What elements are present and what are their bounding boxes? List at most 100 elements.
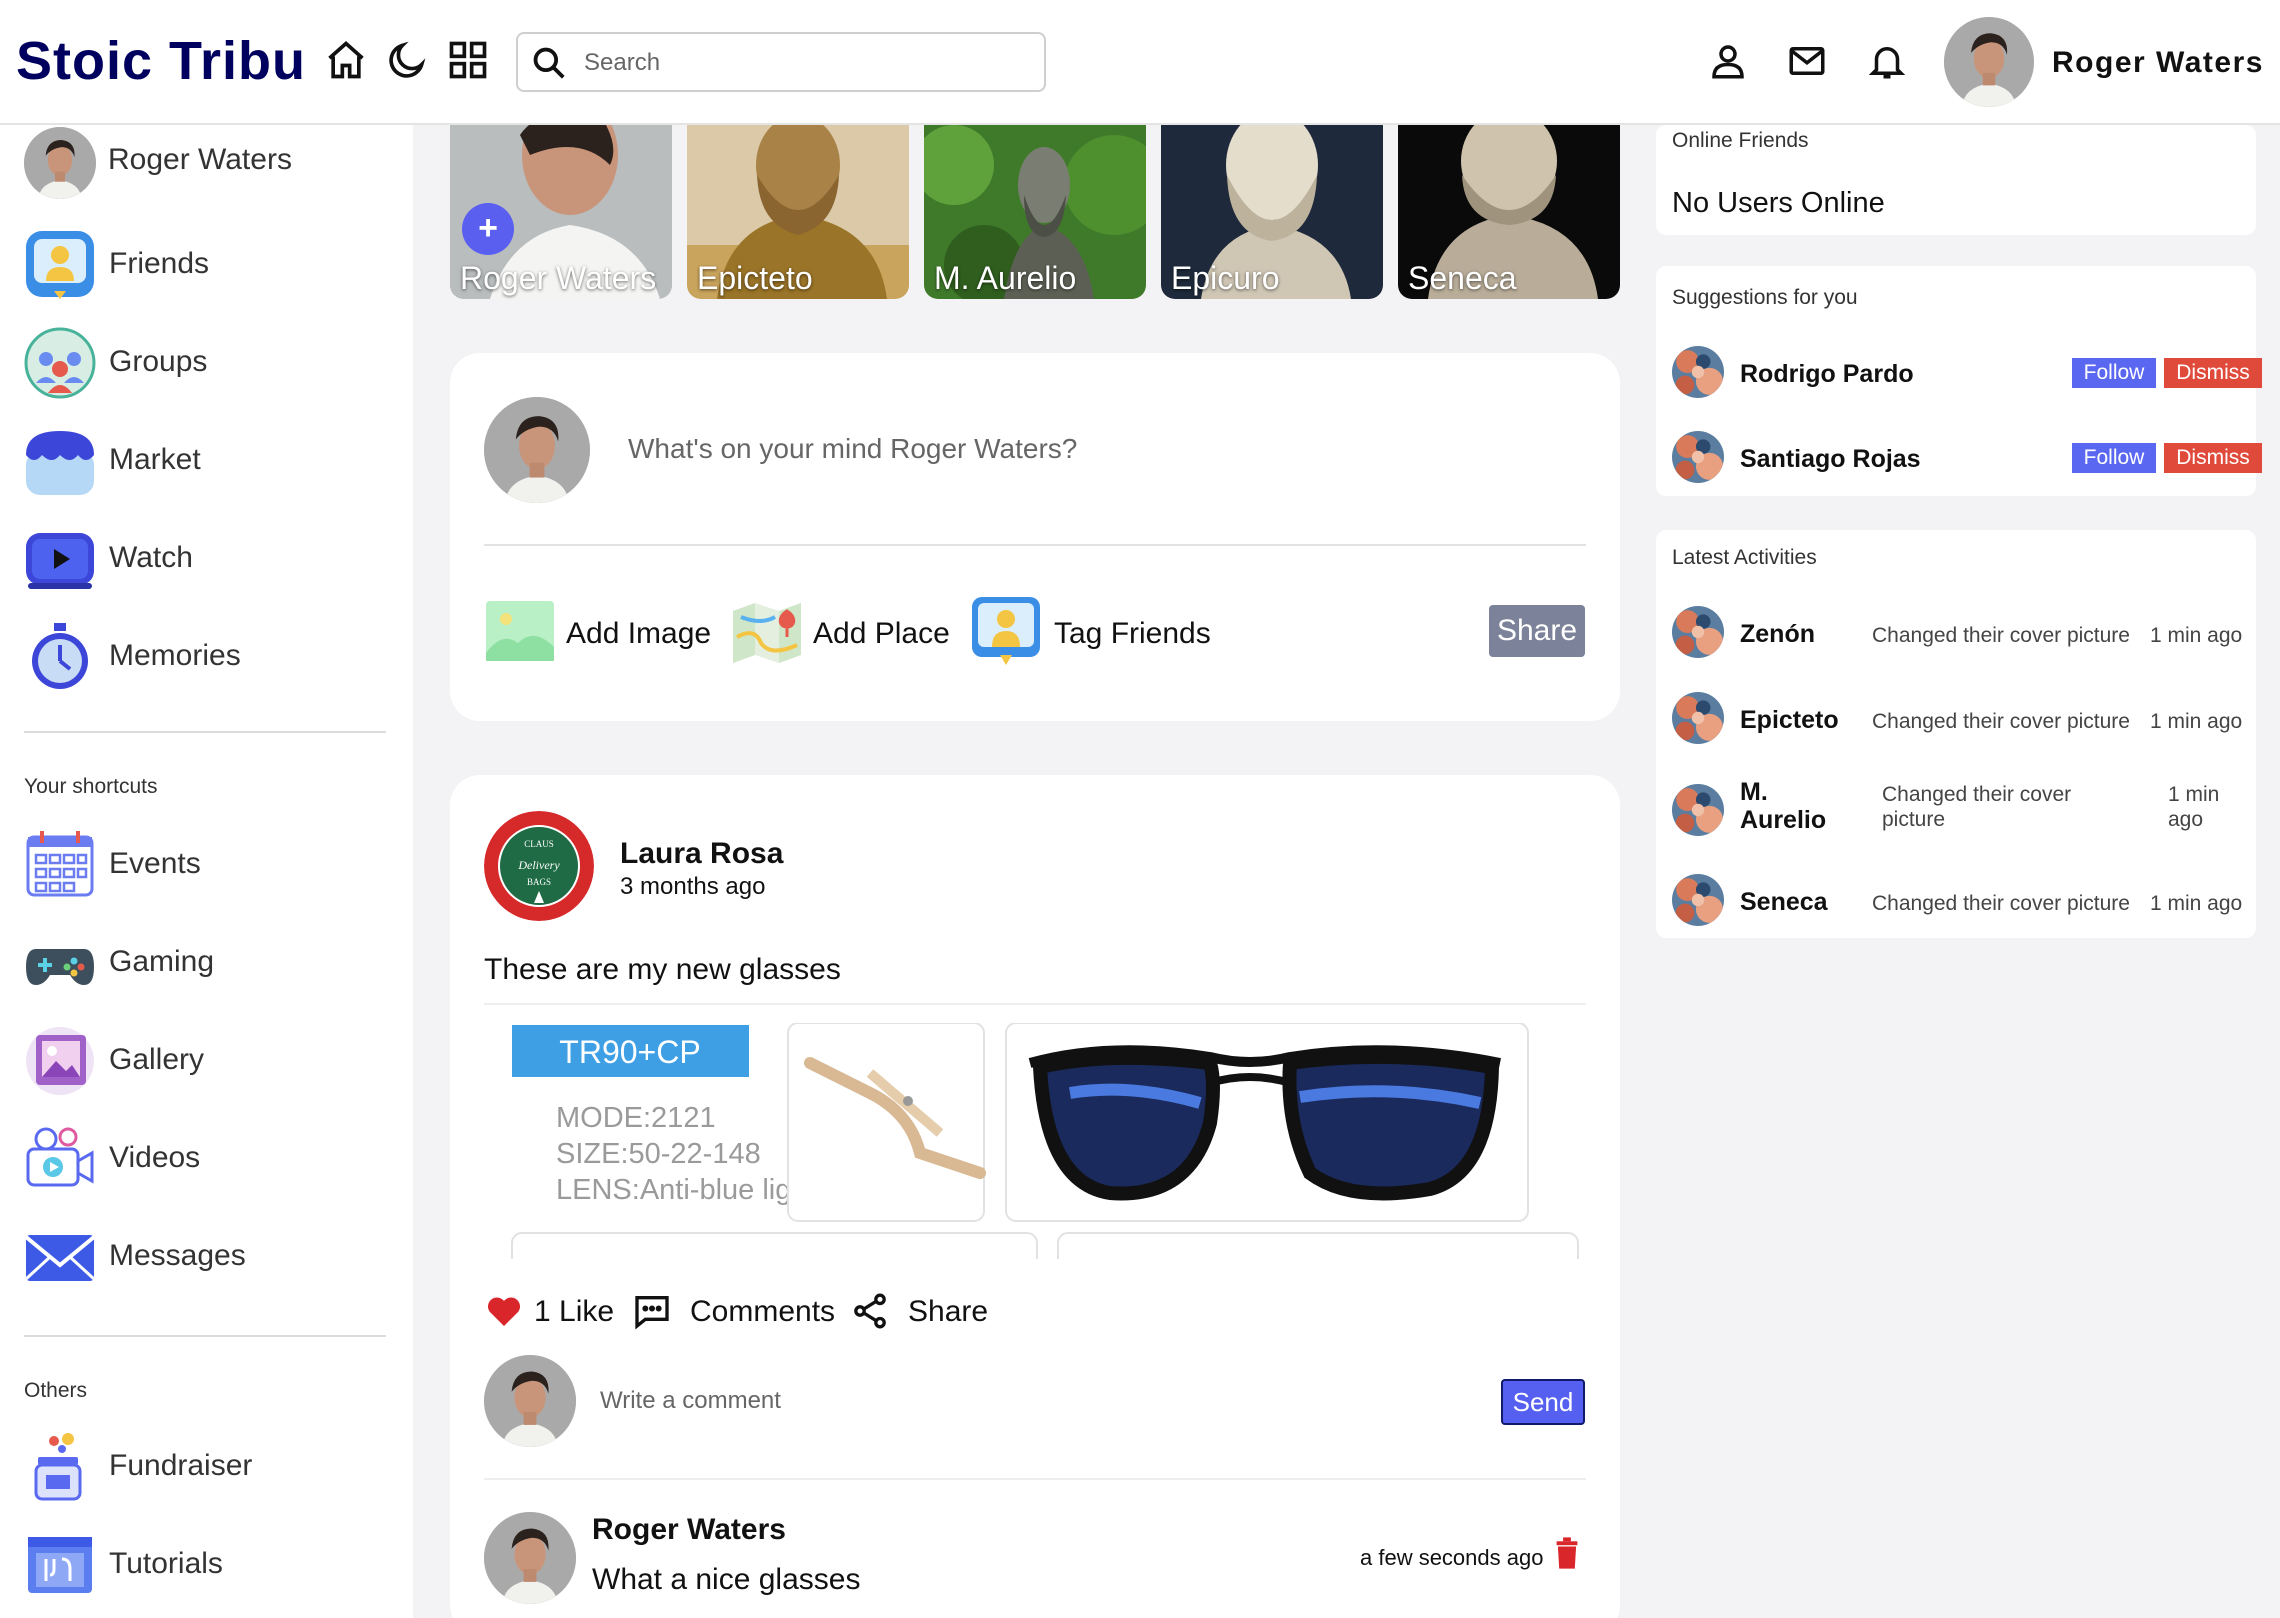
post-author-avatar[interactable]: CLAUS Delivery BAGS — [484, 811, 594, 921]
current-user-name[interactable]: Roger Waters — [2052, 46, 2264, 80]
home-icon[interactable] — [324, 38, 368, 82]
sidebar-item-watch[interactable]: Watch — [24, 519, 394, 595]
comments-button[interactable]: Comments — [632, 1285, 835, 1335]
share-label: Share — [908, 1295, 989, 1328]
person-icon[interactable] — [1707, 40, 1749, 82]
activities-title: Latest Activities — [1672, 546, 1817, 569]
sidebar-item-videos[interactable]: Videos — [24, 1119, 394, 1195]
post-card: CLAUS Delivery BAGS Laura Rosa 3 months ag… — [450, 775, 1620, 1618]
sidebar-item-friends[interactable]: Friends — [24, 225, 394, 301]
sidebar-item-fundraiser[interactable]: Fundraiser — [24, 1427, 394, 1503]
avatar[interactable] — [1672, 431, 1724, 483]
composer-input[interactable] — [628, 433, 1528, 465]
sidebar-item-messages[interactable]: Messages — [24, 1217, 394, 1293]
market-icon — [26, 431, 94, 495]
logo-text: BAGS — [527, 877, 551, 887]
sidebar-item-gallery[interactable]: Gallery — [24, 1021, 394, 1097]
groups-icon — [24, 327, 96, 399]
story-card[interactable]: + Roger Waters — [450, 125, 672, 299]
left-sidebar: Roger Waters Friends Groups Market Watch… — [0, 125, 413, 1618]
story-card[interactable]: M. Aurelio — [924, 125, 1146, 299]
add-story-button[interactable]: + — [462, 203, 514, 255]
like-count: 1 Like — [534, 1295, 615, 1328]
activity-user[interactable]: Zenón — [1740, 620, 1815, 649]
list-item: Seneca Changed their cover picture 1 min… — [1672, 874, 2246, 934]
avatar[interactable] — [1672, 874, 1724, 926]
post-author[interactable]: Laura Rosa — [620, 837, 783, 871]
dismiss-button[interactable]: Dismiss — [2164, 358, 2262, 388]
add-image-button[interactable]: Add Image — [484, 597, 714, 665]
search-box[interactable] — [516, 32, 1046, 92]
sidebar-item-label: Gaming — [109, 945, 215, 978]
sidebar-item-groups[interactable]: Groups — [24, 323, 394, 399]
sidebar-item-label: Market — [109, 443, 201, 476]
sidebar-item-events[interactable]: Events — [24, 825, 394, 901]
composer-divider — [484, 544, 1586, 546]
add-image-label: Add Image — [566, 617, 712, 650]
sidebar-item-gaming[interactable]: Gaming — [24, 923, 394, 999]
comment-author-avatar[interactable] — [484, 1512, 576, 1604]
sidebar-item-label: Groups — [109, 345, 208, 378]
tutorials-icon — [28, 1537, 92, 1593]
like-button[interactable]: 1 Like — [484, 1285, 614, 1335]
avatar[interactable] — [1672, 346, 1724, 398]
add-place-button[interactable]: Add Place — [731, 597, 961, 665]
comment-time: a few seconds ago — [1360, 1545, 1544, 1570]
post-divider — [484, 1003, 1586, 1005]
comment-input[interactable] — [600, 1387, 1300, 1415]
post-image: TR90+CP MODE:2121 SIZE:50-22-148 LENS:An… — [510, 1023, 1580, 1259]
avatar[interactable] — [1944, 17, 2034, 107]
heart-icon — [487, 1297, 521, 1326]
list-item: Santiago Rojas Follow Dismiss — [1672, 431, 2262, 487]
send-comment-button[interactable]: Send — [1501, 1379, 1585, 1425]
follow-button[interactable]: Follow — [2072, 443, 2156, 473]
comment-author[interactable]: Roger Waters — [592, 1513, 786, 1547]
story-name: Epicuro — [1171, 260, 1280, 296]
activity-user[interactable]: Seneca — [1740, 888, 1828, 917]
share-button[interactable]: Share — [850, 1285, 1000, 1335]
online-friends-empty: No Users Online — [1672, 187, 1885, 219]
activity-description: Changed their cover picture — [1872, 892, 2130, 915]
sidebar-item-memories[interactable]: Memories — [24, 617, 394, 693]
moon-icon[interactable] — [385, 38, 429, 82]
story-card[interactable]: Epicuro — [1161, 125, 1383, 299]
share-post-button[interactable]: Share — [1489, 605, 1585, 657]
suggestion-name[interactable]: Santiago Rojas — [1740, 445, 1921, 474]
post-time: 3 months ago — [620, 873, 766, 900]
story-name: Seneca — [1408, 260, 1517, 296]
activity-user[interactable]: M. Aurelio — [1740, 778, 1840, 834]
avatar[interactable] — [1672, 606, 1724, 658]
add-place-label: Add Place — [813, 617, 950, 650]
gallery-icon — [26, 1027, 94, 1095]
comment-text: What a nice glasses — [592, 1563, 861, 1596]
app-logo[interactable]: Stoic Tribu — [16, 30, 306, 92]
story-card[interactable]: Epicteto — [687, 125, 909, 299]
sidebar-item-market[interactable]: Market — [24, 421, 394, 497]
list-item: Epicteto Changed their cover picture 1 m… — [1672, 692, 2246, 752]
activity-time: 1 min ago — [2150, 892, 2243, 915]
mail-icon[interactable] — [1786, 40, 1828, 82]
story-card[interactable]: Seneca — [1398, 125, 1620, 299]
activity-user[interactable]: Epicteto — [1740, 706, 1839, 735]
post-text: These are my new glasses — [484, 953, 841, 986]
story-name: M. Aurelio — [934, 260, 1077, 296]
activity-time: 1 min ago — [2150, 710, 2243, 733]
trash-icon[interactable] — [1554, 1537, 1580, 1569]
image-caption: SIZE:50-22-148 — [556, 1138, 761, 1170]
dismiss-button[interactable]: Dismiss — [2164, 443, 2262, 473]
search-icon — [533, 47, 565, 79]
avatar[interactable] — [1672, 692, 1724, 744]
tag-friends-button[interactable]: Tag Friends — [970, 597, 1220, 665]
bell-icon[interactable] — [1866, 40, 1908, 82]
post-actions: 1 Like Comments Share — [484, 1285, 1284, 1335]
suggestion-name[interactable]: Rodrigo Pardo — [1740, 360, 1914, 389]
avatar[interactable] — [1672, 784, 1724, 836]
list-item: M. Aurelio Changed their cover picture 1… — [1672, 778, 2246, 842]
follow-button[interactable]: Follow — [2072, 358, 2156, 388]
post-image-gallery[interactable]: TR90+CP MODE:2121 SIZE:50-22-148 LENS:An… — [510, 1023, 1580, 1259]
sidebar-item-tutorials[interactable]: Tutorials — [24, 1525, 394, 1601]
search-input[interactable] — [584, 46, 1024, 80]
grid-icon[interactable] — [446, 38, 490, 82]
sidebar-item-profile[interactable]: Roger Waters — [24, 125, 394, 201]
top-bar: Stoic Tribu Roger Waters — [0, 0, 2280, 125]
